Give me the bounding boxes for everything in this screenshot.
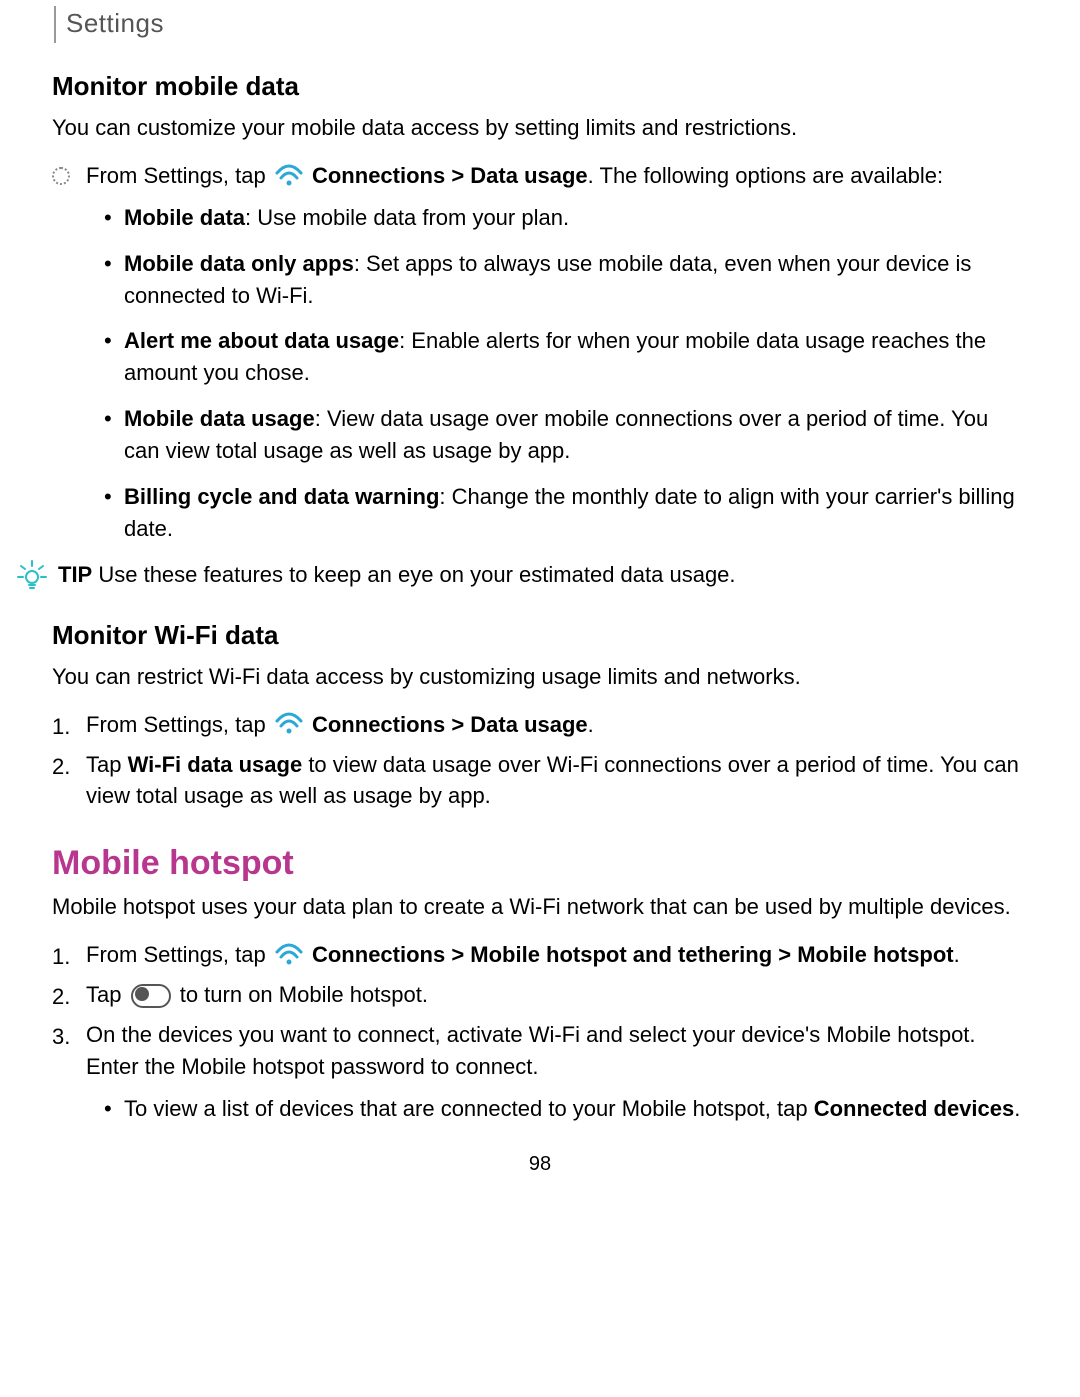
list-number: 1.	[52, 711, 80, 743]
connections-wifi-icon	[274, 942, 304, 975]
bullet-item: To view a list of devices that are conne…	[124, 1093, 1028, 1125]
step-prefix: From Settings, tap	[86, 942, 272, 967]
bullet-text: : Use mobile data from your plan.	[245, 205, 569, 230]
page-header: Settings	[54, 6, 1028, 43]
bullet-prefix: To view a list of devices that are conne…	[124, 1096, 814, 1121]
sub-bullet-list: To view a list of devices that are conne…	[124, 1093, 1028, 1125]
list-number: 2.	[52, 981, 80, 1013]
bullet-bold: Alert me about data usage	[124, 328, 399, 353]
list-item: 2. Tap to turn on Mobile hotspot.	[86, 979, 1028, 1011]
section-heading-monitor-wifi: Monitor Wi-Fi data	[52, 620, 1028, 651]
tip-text: TIP Use these features to keep an eye on…	[58, 559, 736, 591]
bullet-item: Mobile data only apps: Set apps to alway…	[124, 248, 1028, 312]
list-number: 3.	[52, 1021, 80, 1053]
list-item: 1. From Settings, tap Connections > Data…	[86, 709, 1028, 741]
step-bold-path: Connections > Data usage	[312, 163, 588, 188]
step-list: From Settings, tap Connections > Data us…	[86, 160, 1028, 545]
step-suffix: . The following options are available:	[588, 163, 943, 188]
section-intro: Mobile hotspot uses your data plan to cr…	[52, 891, 1028, 923]
page-content: Settings Monitor mobile data You can cus…	[0, 6, 1080, 1206]
step-prefix: Tap	[86, 752, 128, 777]
toggle-switch-icon	[131, 984, 171, 1008]
list-number: 2.	[52, 751, 80, 783]
bullet-item: Mobile data usage: View data usage over …	[124, 403, 1028, 467]
bullet-bold: Mobile data	[124, 205, 245, 230]
bullet-suffix: .	[1014, 1096, 1020, 1121]
connections-wifi-icon	[274, 711, 304, 744]
bullet-list: Mobile data: Use mobile data from your p…	[124, 202, 1028, 545]
section-heading-mobile-hotspot: Mobile hotspot	[52, 844, 1028, 883]
bullet-bold: Billing cycle and data warning	[124, 484, 439, 509]
lightbulb-tip-icon	[16, 559, 48, 596]
bullet-item: Billing cycle and data warning: Change t…	[124, 481, 1028, 545]
step-text: From Settings, tap	[86, 163, 272, 188]
list-item: 2. Tap Wi-Fi data usage to view data usa…	[86, 749, 1028, 813]
section-intro: You can customize your mobile data acces…	[52, 112, 1028, 144]
section-intro: You can restrict Wi-Fi data access by cu…	[52, 661, 1028, 693]
bullet-bold: Mobile data usage	[124, 406, 315, 431]
step-bold: Connections > Mobile hotspot and tetheri…	[312, 942, 954, 967]
step-suffix: to turn on Mobile hotspot.	[174, 982, 428, 1007]
step-bold: Connections > Data usage	[312, 712, 588, 737]
step-bold: Wi-Fi data usage	[128, 752, 303, 777]
numbered-list: 1. From Settings, tap Connections > Mobi…	[86, 939, 1028, 1124]
bullet-item: Alert me about data usage: Enable alerts…	[124, 325, 1028, 389]
tip-body: Use these features to keep an eye on you…	[92, 562, 735, 587]
step-text: On the devices you want to connect, acti…	[86, 1022, 976, 1079]
list-number: 1.	[52, 941, 80, 973]
numbered-list: 1. From Settings, tap Connections > Data…	[86, 709, 1028, 813]
dotted-bullet-icon	[52, 162, 80, 194]
list-item: 1. From Settings, tap Connections > Mobi…	[86, 939, 1028, 971]
page-number: 98	[52, 1153, 1028, 1176]
step-prefix: Tap	[86, 982, 128, 1007]
tip-label: TIP	[58, 562, 92, 587]
list-item: 3. On the devices you want to connect, a…	[86, 1019, 1028, 1125]
bullet-bold: Mobile data only apps	[124, 251, 354, 276]
tip-callout: TIP Use these features to keep an eye on…	[16, 559, 1028, 596]
step-suffix: .	[954, 942, 960, 967]
section-heading-monitor-mobile: Monitor mobile data	[52, 71, 1028, 102]
step-suffix: .	[588, 712, 594, 737]
bullet-bold: Connected devices	[814, 1096, 1015, 1121]
bullet-item: Mobile data: Use mobile data from your p…	[124, 202, 1028, 234]
step-prefix: From Settings, tap	[86, 712, 272, 737]
connections-wifi-icon	[274, 163, 304, 196]
step-item: From Settings, tap Connections > Data us…	[86, 160, 1028, 545]
